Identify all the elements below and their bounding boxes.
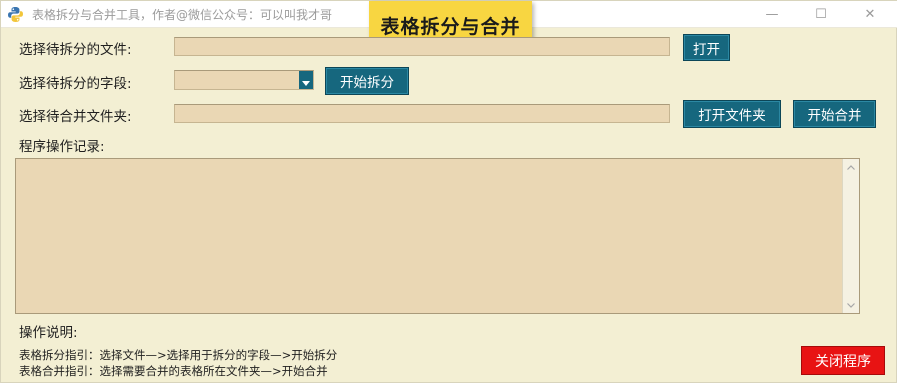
split-field-select[interactable]	[174, 70, 314, 90]
python-icon	[7, 6, 24, 23]
maximize-button[interactable]: ☐	[798, 1, 844, 28]
minimize-icon: —	[765, 7, 779, 22]
chevron-down-icon[interactable]	[299, 71, 313, 89]
split-field-label: 选择待拆分的字段:	[19, 76, 132, 92]
split-file-input[interactable]	[174, 37, 670, 56]
open-folder-button[interactable]: 打开文件夹	[683, 100, 781, 128]
app-window: 表格拆分与合并工具，作者@微信公众号：可以叫我才哥 — ☐ ✕ 表格拆分与合并 …	[0, 0, 897, 383]
log-textarea[interactable]	[15, 158, 860, 314]
scroll-up-icon[interactable]	[843, 159, 859, 175]
log-scrollbar[interactable]	[842, 159, 859, 313]
merge-guide-text: 表格合并指引：选择需要合并的表格所在文件夹—>开始合并	[19, 364, 328, 378]
log-label: 程序操作记录:	[19, 139, 105, 155]
close-icon: ✕	[864, 7, 876, 22]
merge-folder-input[interactable]	[174, 104, 670, 123]
minimize-button[interactable]: —	[749, 1, 795, 28]
split-file-label: 选择待拆分的文件:	[19, 42, 132, 58]
open-file-button[interactable]: 打开	[683, 34, 730, 61]
scroll-down-icon[interactable]	[843, 297, 859, 313]
instructions-label: 操作说明:	[19, 325, 78, 341]
banner-text: 表格拆分与合并	[380, 15, 521, 38]
start-split-button[interactable]: 开始拆分	[325, 67, 409, 95]
split-guide-text: 表格拆分指引：选择文件—>选择用于拆分的字段—>开始拆分	[19, 348, 338, 362]
window-close-button[interactable]: ✕	[847, 1, 893, 28]
merge-folder-label: 选择待合并文件夹:	[19, 109, 132, 125]
start-merge-button[interactable]: 开始合并	[793, 100, 876, 128]
maximize-icon: ☐	[815, 7, 827, 22]
close-program-button[interactable]: 关闭程序	[801, 346, 885, 375]
window-title: 表格拆分与合并工具，作者@微信公众号：可以叫我才哥	[32, 8, 333, 22]
